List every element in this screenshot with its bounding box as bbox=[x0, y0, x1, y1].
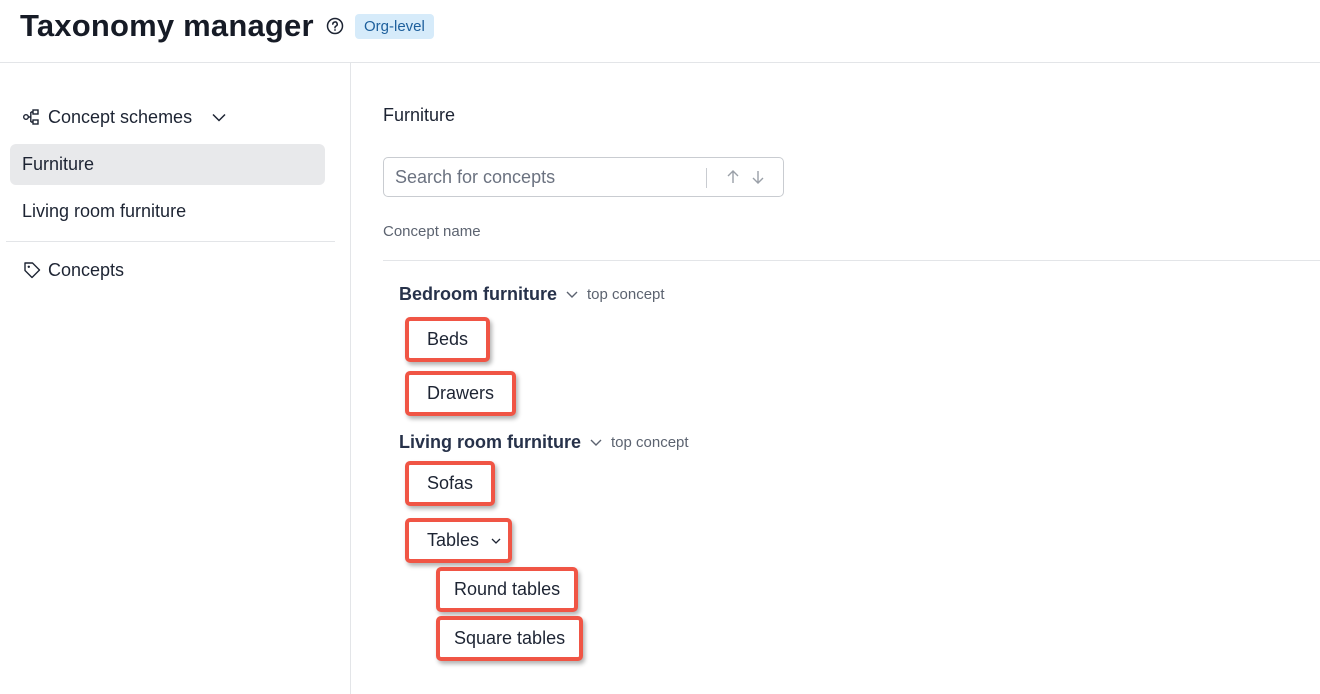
arrow-up-icon[interactable] bbox=[725, 169, 741, 185]
top-concept-tag: top concept bbox=[611, 433, 689, 451]
tag-icon bbox=[24, 262, 41, 279]
concept-schemes-label: Concept schemes bbox=[48, 106, 193, 127]
top-concept-name[interactable]: Living room furniture bbox=[399, 432, 581, 453]
concept-schemes-toggle[interactable]: Concept schemes bbox=[22, 106, 228, 128]
concept-item[interactable]: Drawers bbox=[405, 371, 517, 416]
concept-search bbox=[383, 157, 784, 197]
chevron-down-icon[interactable] bbox=[565, 287, 579, 301]
chevron-down-icon[interactable] bbox=[589, 435, 603, 449]
concept-item[interactable]: Sofas bbox=[405, 461, 496, 506]
sidebar-item-furniture[interactable]: Furniture bbox=[10, 144, 325, 185]
hierarchy-icon bbox=[23, 109, 39, 125]
concept-label: Tables bbox=[427, 530, 480, 550]
arrow-down-icon[interactable] bbox=[750, 169, 766, 185]
scheme-title: Furniture bbox=[383, 105, 456, 125]
sidebar-divider bbox=[6, 241, 335, 242]
top-concept-name[interactable]: Bedroom furniture bbox=[399, 284, 557, 305]
concept-item-tables[interactable]: Tables bbox=[405, 518, 513, 563]
top-concept-row: Living room furniture top concept bbox=[399, 431, 689, 453]
concepts-label: Concepts bbox=[48, 259, 125, 280]
chevron-down-icon bbox=[212, 113, 226, 122]
column-divider bbox=[383, 260, 1320, 261]
concept-item[interactable]: Round tables bbox=[436, 567, 579, 612]
page-header: Taxonomy manager Org-level bbox=[0, 0, 1320, 63]
question-circle-icon[interactable] bbox=[326, 17, 344, 35]
concept-item[interactable]: Beds bbox=[405, 317, 491, 362]
sidebar-item-living-room-furniture[interactable]: Living room furniture bbox=[10, 191, 325, 232]
org-level-badge: Org-level bbox=[355, 14, 434, 39]
sidebar: Concept schemes Furniture Living room fu… bbox=[0, 63, 351, 694]
search-input[interactable] bbox=[395, 158, 695, 196]
concept-item[interactable]: Square tables bbox=[436, 616, 584, 661]
page-title: Taxonomy manager bbox=[20, 8, 314, 43]
top-concept-row: Bedroom furniture top concept bbox=[399, 283, 665, 305]
search-separator bbox=[706, 168, 707, 188]
concepts-nav[interactable]: Concepts bbox=[22, 259, 124, 281]
chevron-down-icon[interactable] bbox=[490, 535, 502, 547]
top-concept-tag: top concept bbox=[587, 285, 665, 303]
column-header-concept-name: Concept name bbox=[383, 223, 481, 240]
